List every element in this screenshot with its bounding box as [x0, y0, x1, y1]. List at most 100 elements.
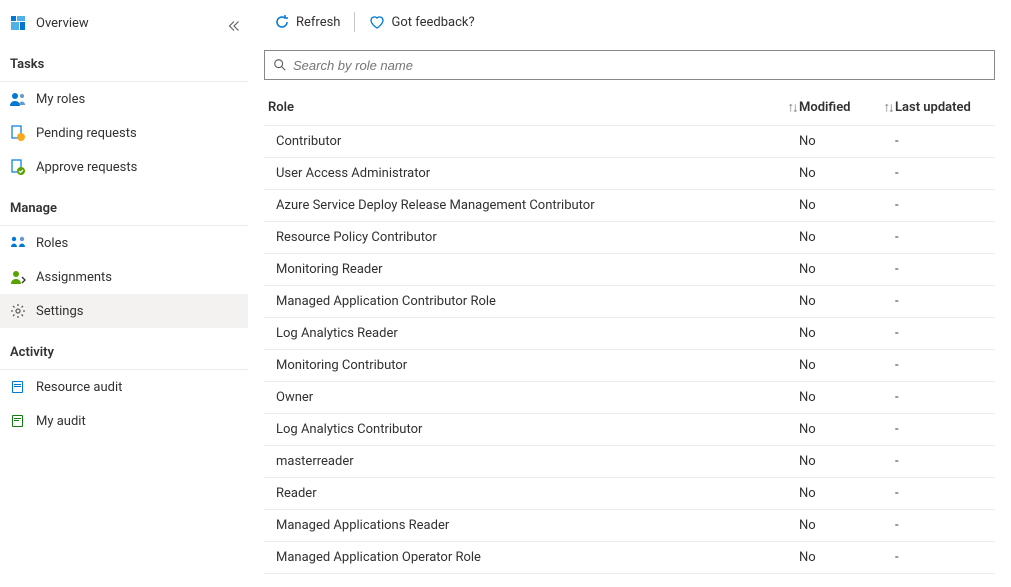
cell-modified: No — [799, 550, 895, 565]
sidebar-item-settings[interactable]: Settings — [0, 294, 248, 328]
gear-icon — [10, 303, 26, 319]
user-assign-icon — [10, 269, 26, 285]
column-header-modified[interactable]: Modified — [799, 100, 895, 115]
main-content: Refresh Got feedback? Role Modified — [248, 0, 1011, 587]
sidebar-item-label: Assignments — [36, 270, 238, 285]
table-row[interactable]: User Access AdministratorNo- — [264, 158, 995, 190]
collapse-sidebar-button[interactable] — [228, 20, 240, 32]
table-row[interactable]: Managed Application Contributor RoleNo- — [264, 286, 995, 318]
sidebar-item-label: Settings — [36, 304, 238, 319]
cell-role: Azure Service Deploy Release Management … — [264, 198, 799, 213]
chevron-double-left-icon — [228, 20, 240, 32]
cell-last-updated: - — [895, 518, 995, 533]
search-box[interactable] — [264, 50, 995, 80]
feedback-label: Got feedback? — [391, 15, 474, 30]
roles-icon — [10, 235, 26, 251]
table-row[interactable]: Monitoring ContributorNo- — [264, 350, 995, 382]
sidebar-item-my-audit[interactable]: My audit — [0, 404, 248, 438]
refresh-label: Refresh — [296, 15, 340, 30]
cell-last-updated: - — [895, 166, 995, 181]
table-row[interactable]: masterreaderNo- — [264, 446, 995, 478]
cell-modified: No — [799, 390, 895, 405]
cell-role: Reader — [264, 486, 799, 501]
cell-role: Log Analytics Contributor — [264, 422, 799, 437]
table-row[interactable]: Log Analytics ContributorNo- — [264, 414, 995, 446]
table-row[interactable]: Resource Policy ContributorNo- — [264, 222, 995, 254]
cell-last-updated: - — [895, 486, 995, 501]
sidebar-item-overview[interactable]: Overview — [0, 6, 248, 40]
cell-role: masterreader — [264, 454, 799, 469]
cell-role: Monitoring Reader — [264, 262, 799, 277]
refresh-button[interactable]: Refresh — [264, 10, 350, 34]
table-row[interactable]: Managed Application Operator RoleNo- — [264, 542, 995, 574]
toolbar-divider — [354, 12, 355, 32]
table-header: Role Modified Last updated — [264, 90, 995, 126]
cell-modified: No — [799, 422, 895, 437]
column-header-last-updated[interactable]: Last updated — [895, 100, 995, 115]
nav-section-header: Tasks — [0, 48, 248, 82]
book-icon — [10, 379, 26, 395]
feedback-button[interactable]: Got feedback? — [359, 10, 484, 34]
cell-modified: No — [799, 134, 895, 149]
sidebar-item-assignments[interactable]: Assignments — [0, 260, 248, 294]
sort-icon — [883, 102, 895, 114]
cell-last-updated: - — [895, 198, 995, 213]
doc-approve-icon — [10, 159, 26, 175]
sidebar-item-pending-requests[interactable]: Pending requests — [0, 116, 248, 150]
overview-grid-icon — [10, 15, 26, 31]
cell-last-updated: - — [895, 326, 995, 341]
cell-role: Managed Application Operator Role — [264, 550, 799, 565]
sidebar-item-my-roles[interactable]: My roles — [0, 82, 248, 116]
sidebar-item-label: Roles — [36, 236, 238, 251]
cell-modified: No — [799, 198, 895, 213]
sidebar-item-label: Approve requests — [36, 160, 238, 175]
user-roles-icon — [10, 91, 26, 107]
refresh-icon — [274, 14, 290, 30]
nav-section-header: Manage — [0, 192, 248, 226]
cell-role: Contributor — [264, 134, 799, 149]
roles-table: Role Modified Last updated ContributorNo… — [264, 90, 995, 587]
cell-modified: No — [799, 486, 895, 501]
table-row[interactable]: Azure Service Deploy Release Management … — [264, 190, 995, 222]
sidebar-item-approve-requests[interactable]: Approve requests — [0, 150, 248, 184]
cell-modified: No — [799, 230, 895, 245]
search-input[interactable] — [293, 58, 986, 73]
sidebar-item-label: Resource audit — [36, 380, 238, 395]
sidebar-item-roles[interactable]: Roles — [0, 226, 248, 260]
column-header-role[interactable]: Role — [264, 100, 799, 115]
cell-role: Monitoring Contributor — [264, 358, 799, 373]
sort-icon — [787, 102, 799, 114]
cell-last-updated: - — [895, 454, 995, 469]
cell-last-updated: - — [895, 294, 995, 309]
cell-role: Log Analytics Reader — [264, 326, 799, 341]
cell-last-updated: - — [895, 550, 995, 565]
table-row[interactable]: Monitoring ReaderNo- — [264, 254, 995, 286]
cell-modified: No — [799, 262, 895, 277]
sidebar-item-label: Pending requests — [36, 126, 238, 141]
cell-last-updated: - — [895, 134, 995, 149]
cell-modified: No — [799, 358, 895, 373]
cell-last-updated: - — [895, 422, 995, 437]
sidebar: Overview TasksMy roles Pending requests App… — [0, 0, 248, 587]
table-row[interactable]: ReaderNo- — [264, 478, 995, 510]
cell-modified: No — [799, 518, 895, 533]
cell-last-updated: - — [895, 230, 995, 245]
column-header-modified-label: Modified — [799, 100, 851, 115]
table-row[interactable]: Log Analytics ReaderNo- — [264, 318, 995, 350]
cell-last-updated: - — [895, 390, 995, 405]
column-header-role-label: Role — [268, 100, 294, 115]
cell-modified: No — [799, 166, 895, 181]
sidebar-item-resource-audit[interactable]: Resource audit — [0, 370, 248, 404]
table-row[interactable]: ContributorNo- — [264, 126, 995, 158]
table-row[interactable]: Managed Applications ReaderNo- — [264, 510, 995, 542]
toolbar: Refresh Got feedback? — [264, 0, 995, 44]
heart-icon — [369, 14, 385, 30]
cell-role: Owner — [264, 390, 799, 405]
nav-section-header: Activity — [0, 336, 248, 370]
table-row[interactable]: OwnerNo- — [264, 382, 995, 414]
cell-modified: No — [799, 326, 895, 341]
cell-role: Managed Applications Reader — [264, 518, 799, 533]
sidebar-item-label: Overview — [36, 16, 238, 31]
cell-role: Managed Application Contributor Role — [264, 294, 799, 309]
cell-last-updated: - — [895, 262, 995, 277]
